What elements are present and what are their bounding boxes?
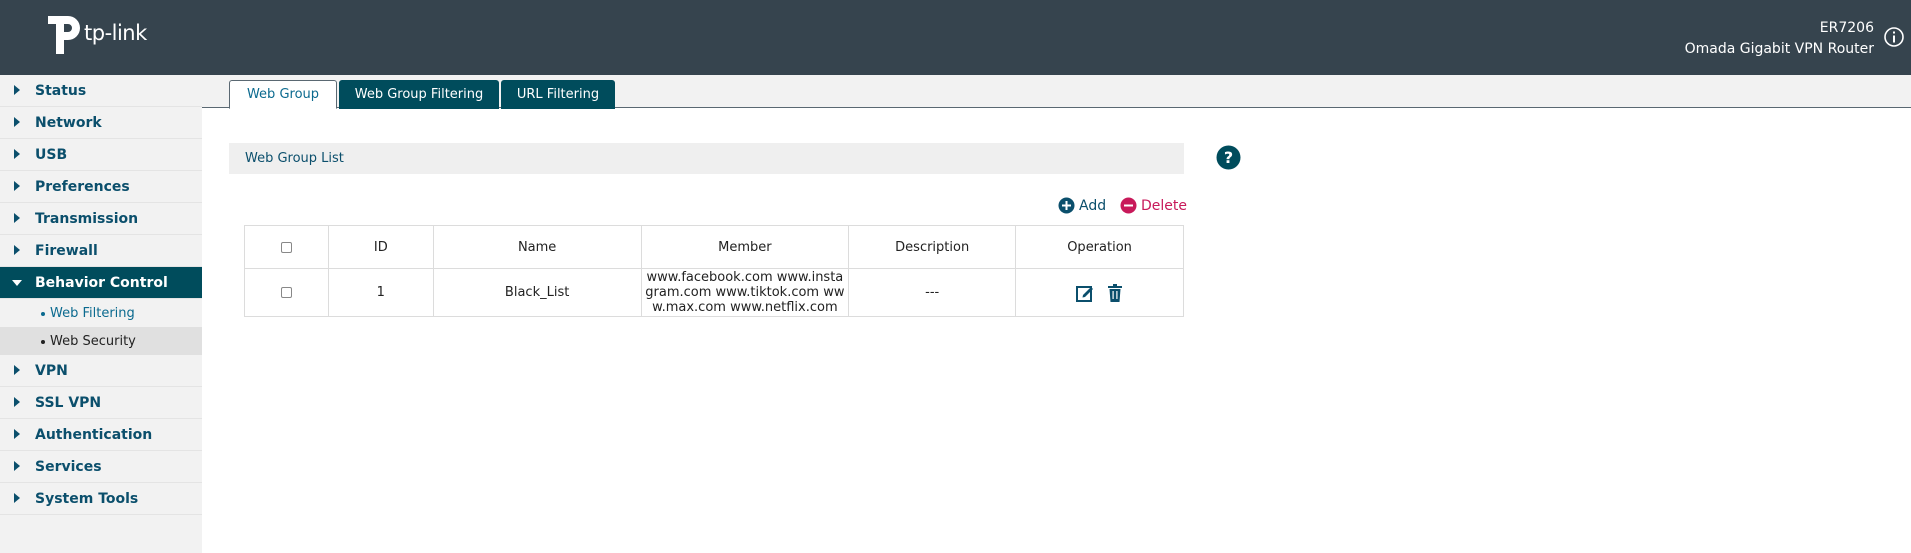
sidebar-item-vpn[interactable]: VPN xyxy=(0,355,202,387)
expand-arrow-icon xyxy=(14,429,20,439)
expand-arrow-icon xyxy=(14,149,20,159)
column-header-description: Description xyxy=(848,225,1017,269)
sidebar-item-authentication[interactable]: Authentication xyxy=(0,419,202,451)
expand-arrow-icon xyxy=(14,245,20,255)
sidebar-item-usb[interactable]: USB xyxy=(0,139,202,171)
table-header-row: ID Name Member Description Operation xyxy=(244,225,1184,269)
column-header-id: ID xyxy=(327,225,434,269)
logo-text: tp-link xyxy=(84,21,147,45)
row-checkbox[interactable] xyxy=(280,287,292,298)
sidebar-item-network[interactable]: Network xyxy=(0,107,202,139)
add-button[interactable]: Add xyxy=(1058,197,1106,214)
expand-arrow-icon xyxy=(14,181,20,191)
delete-button[interactable]: Delete xyxy=(1120,197,1187,214)
expand-arrow-icon xyxy=(14,397,20,407)
tab-url-filtering[interactable]: URL Filtering xyxy=(501,80,615,109)
row-operation xyxy=(1015,268,1184,317)
sidebar-item-transmission[interactable]: Transmission xyxy=(0,203,202,235)
expand-arrow-icon xyxy=(14,493,20,503)
info-icon[interactable] xyxy=(1883,26,1905,48)
collapse-arrow-icon xyxy=(12,280,22,286)
tab-bar: Web Group Web Group Filtering URL Filter… xyxy=(202,75,1911,109)
sidebar: Status Network USB Preferences Transmiss… xyxy=(0,75,202,553)
sidebar-item-ssl-vpn[interactable]: SSL VPN xyxy=(0,387,202,419)
expand-arrow-icon xyxy=(14,85,20,95)
row-id: 1 xyxy=(327,268,434,317)
section-title: Web Group List xyxy=(229,143,1184,174)
sidebar-item-system-tools[interactable]: System Tools xyxy=(0,483,202,515)
table-row: 1 Black_List www.facebook.com www.instag… xyxy=(244,268,1184,317)
help-icon[interactable]: ? xyxy=(1216,145,1241,170)
row-member: www.facebook.com www.instagram.com www.t… xyxy=(640,268,850,317)
sidebar-item-status[interactable]: Status xyxy=(0,75,202,107)
edit-icon[interactable] xyxy=(1075,283,1095,303)
tp-link-logo-icon xyxy=(48,16,80,54)
device-product-name: Omada Gigabit VPN Router xyxy=(1684,41,1874,57)
device-model: ER7206 xyxy=(1819,20,1874,36)
tab-web-group[interactable]: Web Group xyxy=(229,80,337,109)
expand-arrow-icon xyxy=(14,365,20,375)
tp-link-logo: tp-link xyxy=(42,12,162,54)
delete-circle-icon xyxy=(1120,197,1137,214)
select-all-checkbox[interactable] xyxy=(280,241,292,253)
add-label: Add xyxy=(1079,197,1107,214)
device-info: ER7206 Omada Gigabit VPN Router xyxy=(1685,18,1874,60)
top-header: tp-link ER7206 Omada Gigabit VPN Router xyxy=(0,0,1911,75)
row-description: --- xyxy=(848,268,1017,317)
delete-label: Delete xyxy=(1141,197,1187,214)
expand-arrow-icon xyxy=(14,117,20,127)
row-select-cell xyxy=(244,268,329,317)
web-group-table: ID Name Member Description Operation 1 B… xyxy=(244,225,1184,317)
column-header-operation: Operation xyxy=(1015,225,1184,269)
add-circle-icon xyxy=(1058,197,1075,214)
expand-arrow-icon xyxy=(14,213,20,223)
trash-icon[interactable] xyxy=(1105,283,1125,303)
sidebar-item-services[interactable]: Services xyxy=(0,451,202,483)
sidebar-subitem-web-security[interactable]: Web Security xyxy=(0,327,202,355)
sidebar-item-preferences[interactable]: Preferences xyxy=(0,171,202,203)
sidebar-subitem-web-filtering[interactable]: Web Filtering xyxy=(0,299,202,327)
row-name: Black_List xyxy=(432,268,642,317)
expand-arrow-icon xyxy=(14,461,20,471)
column-header-name: Name xyxy=(432,225,642,269)
select-all-cell xyxy=(244,225,329,269)
column-header-member: Member xyxy=(640,225,850,269)
sidebar-item-firewall[interactable]: Firewall xyxy=(0,235,202,267)
svg-text:?: ? xyxy=(1224,148,1233,167)
tab-web-group-filtering[interactable]: Web Group Filtering xyxy=(339,80,499,109)
sidebar-item-behavior-control[interactable]: Behavior Control xyxy=(0,267,202,299)
